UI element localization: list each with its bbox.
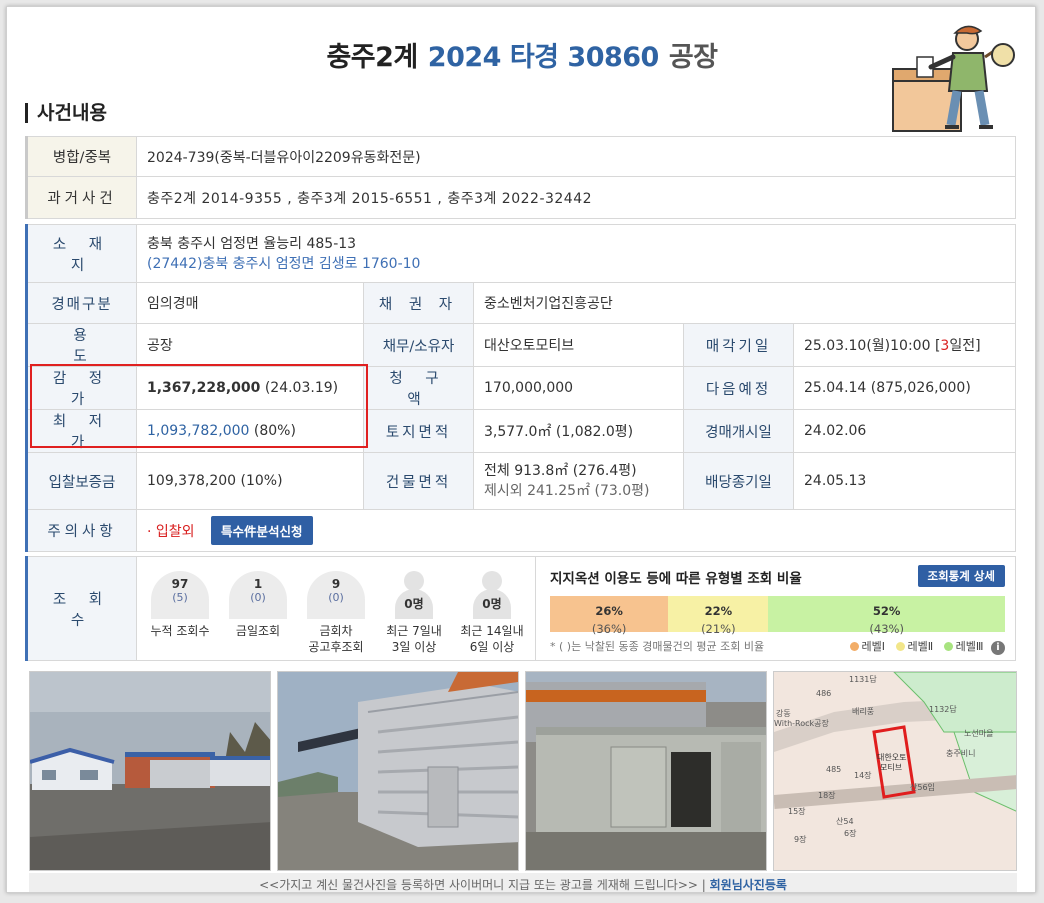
info-icon[interactable]: i (991, 641, 1005, 655)
svg-text:노선마을: 노선마을 (964, 729, 993, 738)
deposit-value: 109,378,200 (10%) (136, 452, 364, 510)
svg-text:모티브: 모티브 (880, 763, 902, 772)
usage-label: 용 도 (26, 323, 137, 367)
person-icon: 0명 (463, 570, 521, 619)
next-schedule-label: 다음예정 (683, 366, 794, 410)
dividend-end-label: 배당종기일 (683, 452, 794, 510)
stats-detail-button[interactable]: 조회통계 상세 (917, 565, 1005, 587)
ratio-bar: 26% (36%) 22% (21%) 52% (43%) (550, 596, 1005, 636)
stat-this-round: 9 (0) 금회차 공고후조회 (297, 570, 375, 655)
ratio-note: 레벨Ⅰ 레벨Ⅱ 레벨Ⅲ i * ( )는 낙찰된 동종 경매물건의 평균 조회 … (550, 638, 1005, 655)
svg-text:대한오토: 대한오토 (877, 753, 906, 762)
svg-text:15장: 15장 (788, 806, 806, 816)
case-number: 2024 타경 30860 (427, 42, 660, 73)
svg-text:충주비니: 충주비니 (946, 748, 975, 758)
map-thumbnail[interactable]: 1131답 486 강동 With-Rock공장 배리풍 대한오토 모티브 48… (773, 671, 1017, 871)
past-case-label: 과거사건 (26, 176, 137, 219)
caution-label: 주의사항 (26, 509, 137, 552)
case-title: 충주2계 2024 타경 30860 공장 (7, 35, 1035, 74)
minimum-amount: 1,093,782,000 (147, 423, 250, 439)
svg-text:1132답: 1132답 (929, 704, 957, 714)
ratio-segment-level1: 26% (36%) (550, 596, 669, 636)
special-analysis-button[interactable]: 특수件분석신청 (211, 516, 313, 545)
svg-text:1131답: 1131답 (849, 674, 877, 684)
deposit-label: 입찰보증금 (26, 452, 137, 510)
property-photo[interactable] (277, 671, 519, 871)
building-area-label: 건물면적 (363, 452, 474, 510)
views-label: 조 회 수 (26, 556, 137, 661)
svg-text:18장: 18장 (818, 790, 836, 800)
svg-text:486: 486 (816, 689, 831, 698)
appraisal-date: (24.03.19) (260, 380, 339, 396)
stat-cumulative: 97 (5) 누적 조회수 (141, 570, 219, 639)
property-kind: 공장 (668, 42, 718, 73)
creditor-value: 중소벤처기업진흥공단 (473, 282, 1016, 324)
land-area-value: 3,577.0㎡ (1,082.0평) (473, 409, 684, 453)
road-address-link[interactable]: (27442)충북 충주시 엄정면 김생로 1760-10 (147, 254, 1005, 274)
address-text: 충북 충주시 엄정면 율능리 485-13 (147, 235, 357, 252)
view-stats-table: 조 회 수 97 (5) 누적 조회수 1 (0) 금일조회 9 (0) 금회차 공고후… (25, 556, 1016, 661)
start-date-value: 24.02.06 (793, 409, 1016, 453)
appraisal-label: 감 정 가 (26, 366, 137, 410)
location-label: 소 재 지 (26, 224, 137, 283)
mascot-illustration (892, 25, 1015, 132)
minimum-percent: (80%) (249, 423, 296, 439)
claim-value: 170,000,000 (473, 366, 684, 410)
svg-text:14장: 14장 (854, 770, 872, 780)
photo-gallery: 1131답 486 강동 With-Rock공장 배리풍 대한오토 모티브 48… (29, 671, 1017, 871)
svg-text:With-Rock공장: With-Rock공장 (774, 718, 830, 728)
stat-7days: 0명 최근 7일내 3일 이상 (375, 570, 453, 655)
creditor-label: 채 권 자 (363, 282, 474, 324)
photo-register-bar: <<가지고 계신 물건사진을 등록하면 사이버머니 지급 또는 광고를 게재해 … (29, 873, 1017, 892)
dividend-end-value: 24.05.13 (793, 452, 1016, 510)
svg-text:산56임: 산56임 (910, 782, 935, 792)
property-info-table: 소 재 지 충북 충주시 엄정면 율능리 485-13 (27442)충북 충주… (25, 224, 1016, 552)
stat-today: 1 (0) 금일조회 (219, 570, 297, 639)
land-area-label: 토지면적 (363, 409, 474, 453)
case-history-table: 병합/중복 2024-739(중복-더블유아이2209유동화전문) 과거사건 충… (25, 136, 1016, 219)
photo-register-link[interactable]: 회원님사진등록 (710, 878, 787, 892)
svg-text:9장: 9장 (794, 834, 807, 844)
svg-text:485: 485 (826, 765, 841, 774)
debtor-label: 채무/소유자 (363, 323, 474, 367)
minimum-price-value: 1,093,782,000 (80%) (136, 409, 364, 453)
svg-text:6장: 6장 (844, 828, 857, 838)
merge-label: 병합/중복 (26, 136, 137, 177)
stat-14days: 0명 최근 14일내 6일 이상 (453, 570, 531, 655)
auction-type-value: 임의경매 (136, 282, 364, 324)
svg-text:강동: 강동 (776, 708, 791, 718)
debtor-value: 대산오토모티브 (473, 323, 684, 367)
claim-label: 청 구 액 (363, 366, 474, 410)
past-case-value: 충주2계 2014-9355 , 충주3계 2015-6551 , 충주3계 2… (136, 176, 1016, 219)
property-photo[interactable] (525, 671, 767, 871)
usage-value: 공장 (136, 323, 364, 367)
minimum-price-label: 최 저 가 (26, 409, 137, 453)
section-title: 사건내용 (25, 103, 107, 123)
sale-date-label: 매각기일 (683, 323, 794, 367)
days-left: 3 (940, 338, 950, 354)
next-schedule-value: 25.04.14 (875,026,000) (793, 366, 1016, 410)
building-area-excluded: 제시외 241.25㎡ (73.0평) (484, 483, 650, 499)
court-name: 충주2계 (326, 42, 418, 73)
ratio-segment-level2: 22% (21%) (668, 596, 769, 636)
auction-type-label: 경매구분 (26, 282, 137, 324)
appraisal-value: 1,367,228,000 (24.03.19) (136, 366, 364, 410)
svg-text:산54: 산54 (836, 816, 854, 826)
property-photo[interactable] (29, 671, 271, 871)
svg-text:배리풍: 배리풍 (852, 707, 874, 716)
caution-item: · 입찰외 (147, 524, 195, 540)
merge-value: 2024-739(중복-더블유아이2209유동화전문) (136, 136, 1016, 177)
building-area-total: 전체 913.8㎡ (276.4평) (484, 463, 637, 479)
photo-register-text: <<가지고 계신 물건사진을 등록하면 사이버머니 지급 또는 광고를 게재해 … (259, 878, 706, 892)
sale-date-value: 25.03.10(월)10:00 [3일전] (793, 323, 1016, 367)
appraisal-amount: 1,367,228,000 (147, 380, 261, 396)
view-ratio-cell: 조회통계 상세 지지옥션 이용도 등에 따른 유형별 조회 비율 26% (36%… (535, 556, 1016, 661)
auction-detail-panel: 충주2계 2024 타경 30860 공장 사건내용 병합/중복 2024-739(… (6, 6, 1036, 893)
ratio-legend: 레벨Ⅰ 레벨Ⅱ 레벨Ⅲ i (849, 638, 1005, 655)
start-date-label: 경매개시일 (683, 409, 794, 453)
ratio-segment-level3: 52% (43%) (768, 596, 1005, 636)
person-icon: 0명 (385, 570, 443, 619)
view-stats-cell: 97 (5) 누적 조회수 1 (0) 금일조회 9 (0) 금회차 공고후조회 0명 … (136, 556, 536, 661)
